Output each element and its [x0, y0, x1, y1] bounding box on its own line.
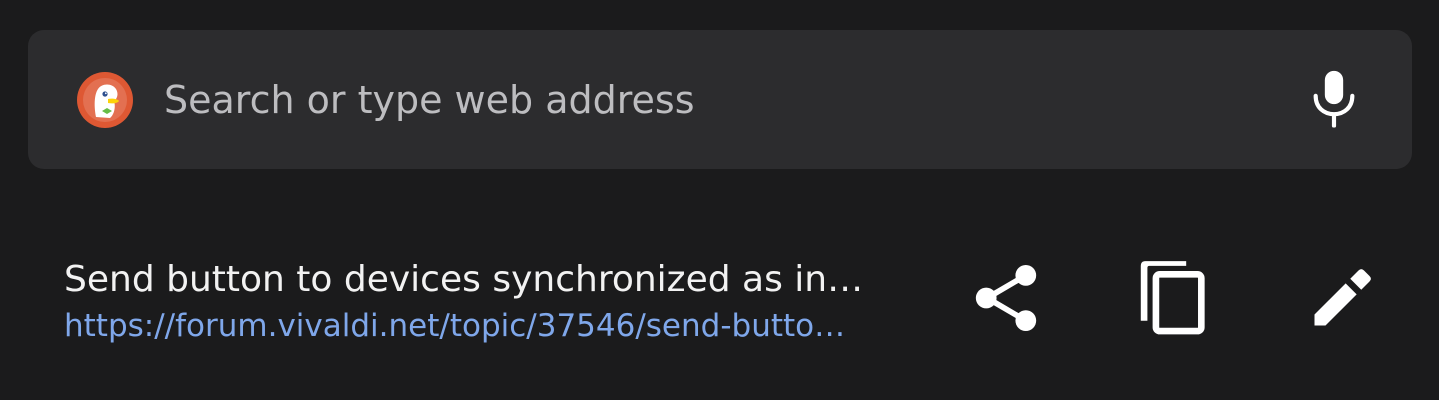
address-bar[interactable]: [28, 30, 1412, 169]
suggestion-title: Send button to devices synchronized as i…: [64, 259, 864, 300]
share-icon: [973, 262, 1039, 338]
microphone-icon[interactable]: [1304, 63, 1364, 137]
suggestion-text-group[interactable]: Send button to devices synchronized as i…: [64, 258, 924, 346]
share-button[interactable]: [968, 260, 1044, 340]
copy-button[interactable]: [1134, 260, 1210, 340]
suggestion-row[interactable]: Send button to devices synchronized as i…: [0, 240, 1439, 350]
search-input[interactable]: [164, 77, 1304, 122]
copy-icon: [1137, 259, 1207, 341]
browser-address-panel: Send button to devices synchronized as i…: [0, 0, 1439, 400]
duckduckgo-icon[interactable]: [76, 71, 134, 129]
edit-button[interactable]: [1304, 260, 1380, 340]
pencil-icon: [1309, 265, 1375, 335]
suggestion-url: https://forum.vivaldi.net/topic/37546/se…: [64, 308, 846, 344]
